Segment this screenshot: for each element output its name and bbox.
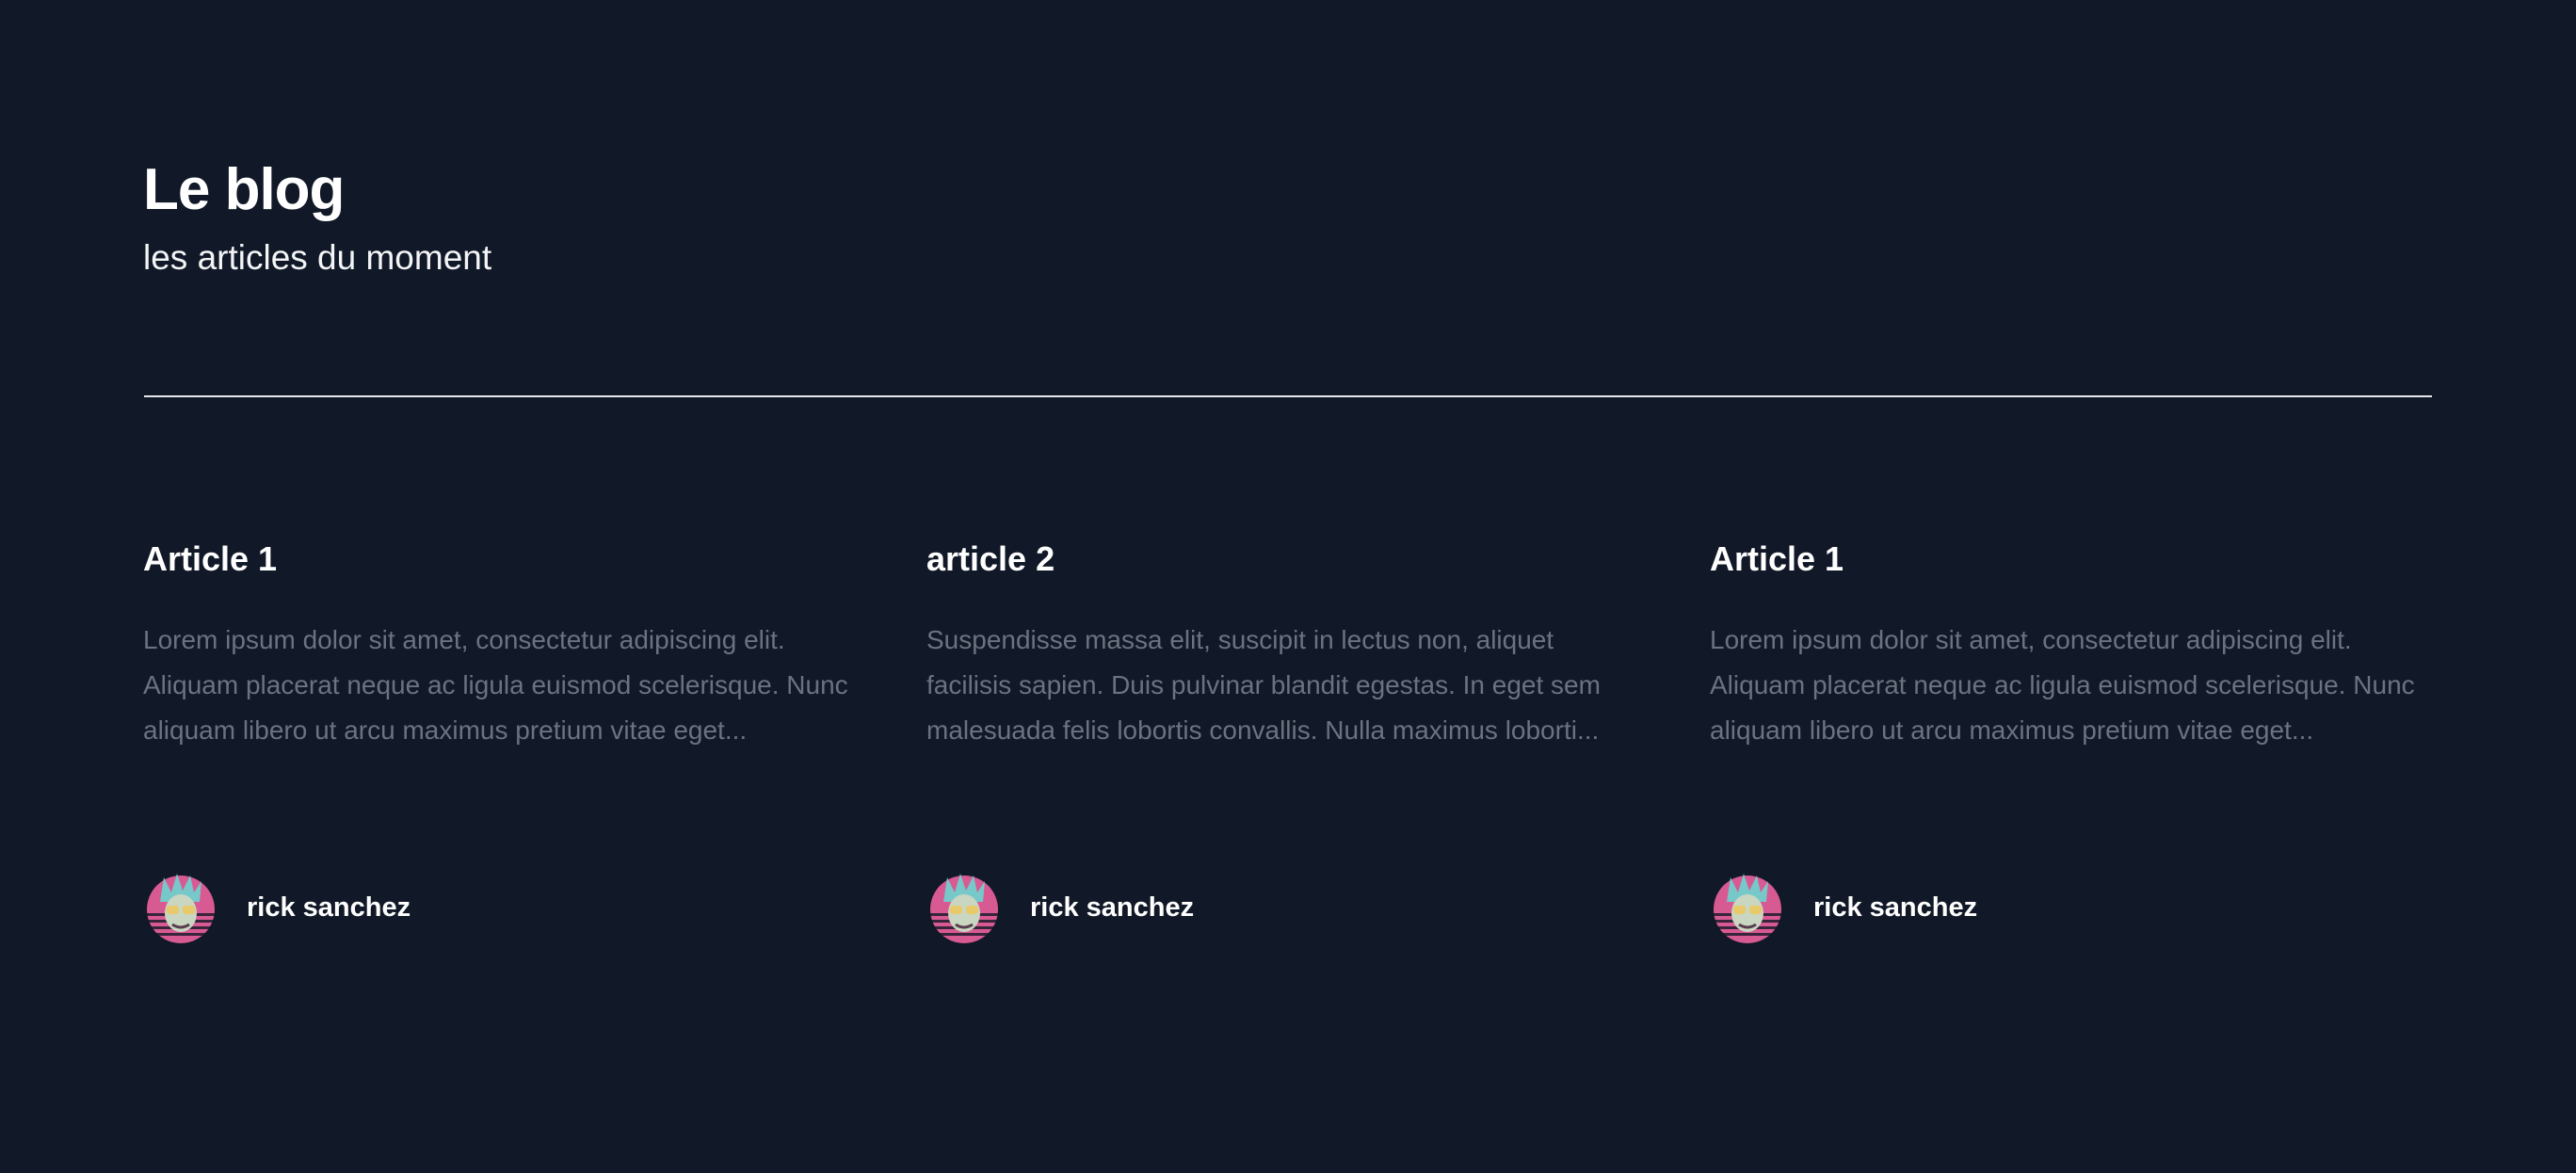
articles-grid: Article 1 Lorem ipsum dolor sit amet, co… bbox=[143, 538, 2431, 945]
author-name[interactable]: rick sanchez bbox=[1813, 891, 1977, 924]
blog-page: Le blog les articles du moment Article 1… bbox=[0, 0, 2576, 1173]
article-title[interactable]: Article 1 bbox=[1710, 538, 2422, 580]
rick-sanchez-avatar-icon bbox=[1710, 870, 1785, 945]
blog-header: Le blog les articles du moment bbox=[143, 154, 2433, 281]
article-excerpt: Lorem ipsum dolor sit amet, consectetur … bbox=[1710, 625, 2415, 745]
article-title[interactable]: article 2 bbox=[926, 538, 1638, 580]
article-card[interactable]: Article 1 Lorem ipsum dolor sit amet, co… bbox=[143, 538, 855, 945]
rick-sanchez-avatar-icon bbox=[143, 870, 218, 945]
article-author: rick sanchez bbox=[143, 870, 855, 945]
page-subtitle: les articles du moment bbox=[143, 238, 492, 277]
header-divider bbox=[144, 395, 2432, 397]
article-author: rick sanchez bbox=[926, 870, 1638, 945]
article-author: rick sanchez bbox=[1710, 870, 2422, 945]
article-excerpt: Lorem ipsum dolor sit amet, consectetur … bbox=[143, 625, 848, 745]
author-name[interactable]: rick sanchez bbox=[247, 891, 411, 924]
article-card[interactable]: Article 1 Lorem ipsum dolor sit amet, co… bbox=[1710, 538, 2422, 945]
page-title: Le blog bbox=[143, 157, 345, 222]
rick-sanchez-avatar-icon bbox=[926, 870, 1002, 945]
article-excerpt: Suspendisse massa elit, suscipit in lect… bbox=[926, 625, 1601, 745]
article-card[interactable]: article 2 Suspendisse massa elit, suscip… bbox=[926, 538, 1638, 945]
author-name[interactable]: rick sanchez bbox=[1030, 891, 1194, 924]
article-title[interactable]: Article 1 bbox=[143, 538, 855, 580]
